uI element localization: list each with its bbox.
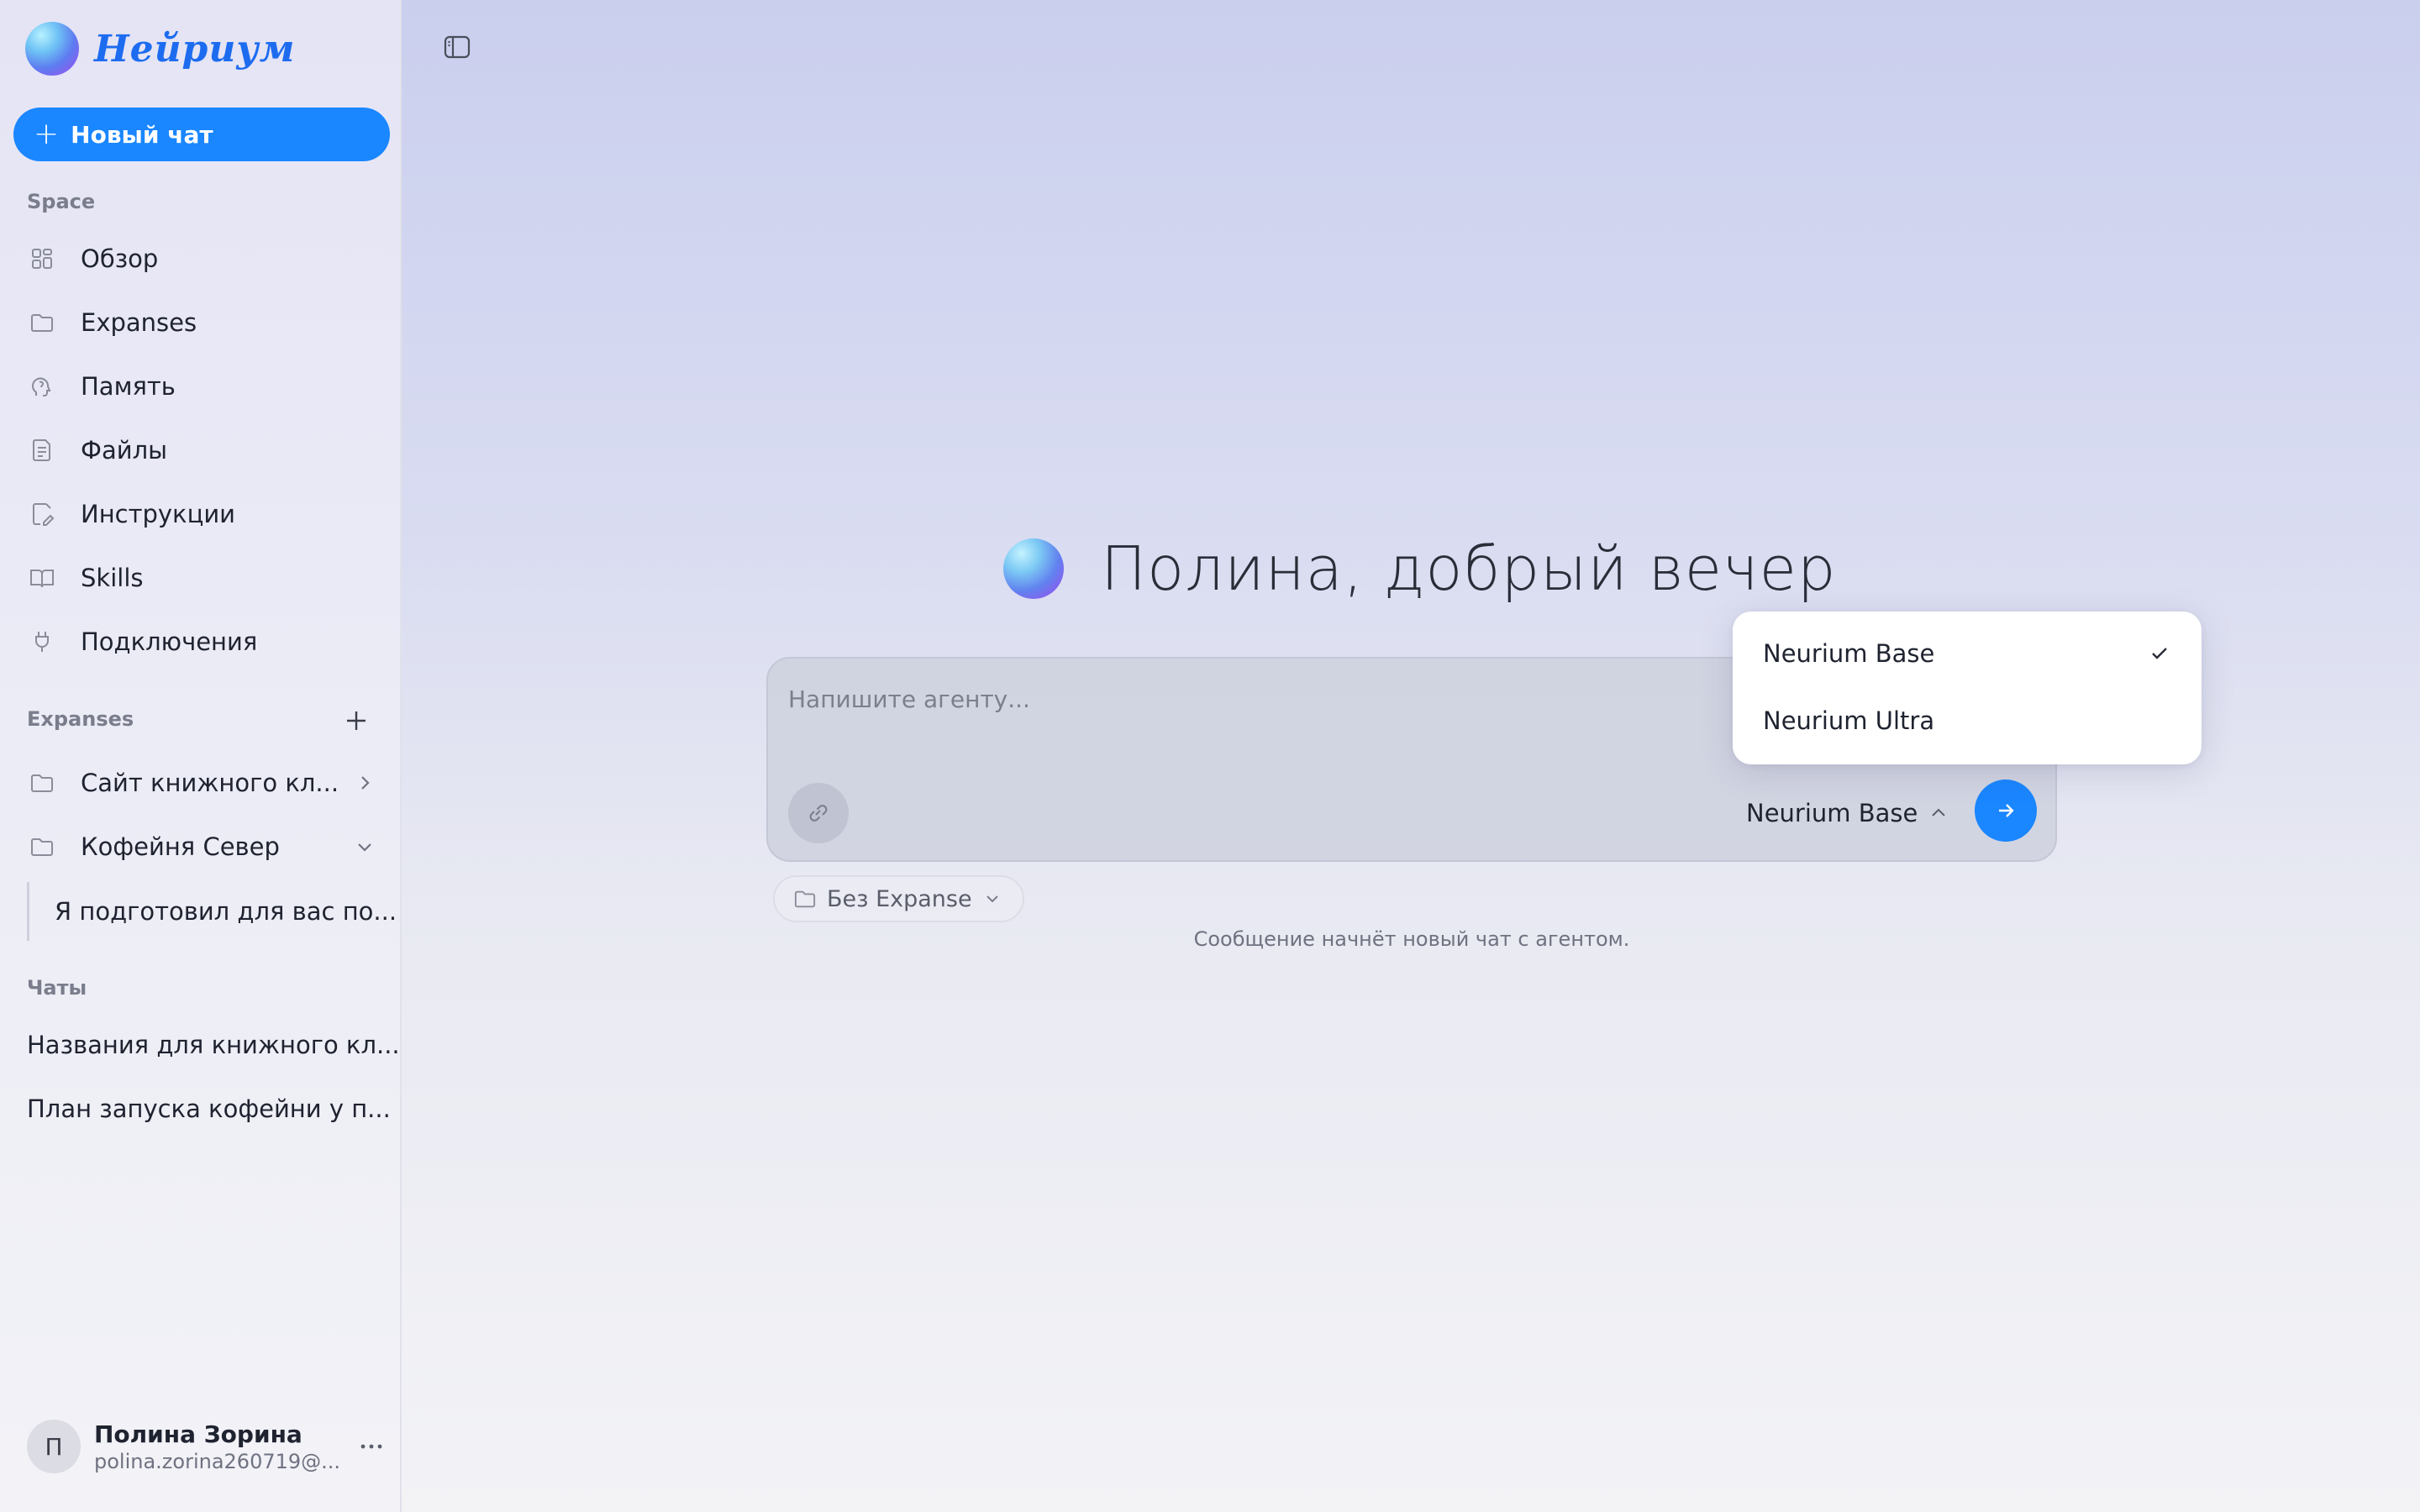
sidebar-item-instructions[interactable]: Инструкции — [27, 489, 380, 539]
user-email: polina.zorina260719@... — [94, 1449, 341, 1473]
sidebar-item-label: Инструкции — [81, 500, 236, 528]
chevron-right-icon[interactable] — [350, 768, 380, 798]
sidebar-toggle-icon — [444, 35, 471, 59]
greeting-text: Полина, добрый вечер — [1101, 533, 1837, 604]
sidebar-expanse-item[interactable]: Сайт книжного кл... — [27, 758, 380, 808]
sidebar-item-label: Файлы — [81, 436, 168, 465]
message-input[interactable] — [788, 680, 1712, 717]
sidebar-item-label: Память — [81, 372, 176, 401]
plus-icon — [347, 711, 366, 730]
section-label-space: Space — [27, 190, 96, 213]
expanse-selector-label: Без Expanse — [827, 885, 972, 912]
edit-doc-icon — [27, 499, 57, 529]
add-expanse-button[interactable] — [339, 704, 373, 738]
composer-hint: Сообщение начнёт новый чат с агентом. — [1193, 927, 1630, 951]
folder-icon — [793, 888, 817, 910]
folder-icon — [27, 768, 57, 798]
sidebar-item-label: Skills — [81, 564, 144, 592]
chevron-up-icon — [1929, 806, 1948, 820]
model-option-ultra[interactable]: Neurium Ultra — [1733, 690, 2202, 751]
user-profile[interactable]: П Полина Зорина polina.zorina260719@... — [27, 1416, 388, 1477]
sidebar-item-label: Обзор — [81, 244, 159, 273]
model-selector[interactable]: Neurium Base — [1746, 791, 1948, 835]
agent-orb-icon — [1003, 538, 1064, 599]
arrow-right-icon — [1999, 804, 2014, 817]
chat-list-item[interactable]: Названия для книжного кл... — [27, 1020, 400, 1070]
sidebar-item-label: Подключения — [81, 627, 258, 656]
sidebar-item-skills[interactable]: Skills — [27, 553, 380, 603]
user-info: Полина Зорина polina.zorina260719@... — [94, 1420, 355, 1473]
sidebar-item-label: Expanses — [81, 308, 197, 337]
new-chat-button[interactable]: + Новый чат — [13, 108, 390, 161]
model-option-base[interactable]: Neurium Base — [1733, 623, 2202, 684]
model-option-label: Neurium Ultra — [1763, 706, 1935, 735]
ellipsis-icon — [360, 1444, 382, 1449]
expanse-label: Кофейня Север — [81, 832, 280, 861]
chat-list-item[interactable]: План запуска кофейни у п... — [27, 1084, 391, 1134]
plus-icon: + — [34, 117, 60, 151]
expanse-label: Сайт книжного кл... — [81, 769, 339, 797]
sidebar-item-connections[interactable]: Подключения — [27, 617, 380, 667]
sidebar-item-overview[interactable]: Обзор — [27, 234, 380, 284]
grid-icon — [27, 244, 57, 274]
brand-name: Нейриум — [94, 27, 296, 71]
sidebar: Нейриум + Новый чат Space Обзор Expanses… — [0, 0, 402, 1512]
expanse-selector[interactable]: Без Expanse — [773, 875, 1024, 922]
plug-icon — [27, 627, 57, 657]
sidebar-item-memory[interactable]: Память — [27, 361, 380, 412]
folder-icon — [27, 832, 57, 862]
book-icon — [27, 563, 57, 593]
chevron-down-icon — [984, 892, 1001, 906]
model-dropdown-menu: Neurium Base Neurium Ultra — [1733, 612, 2202, 764]
brain-icon — [27, 371, 57, 402]
more-options-button[interactable] — [355, 1430, 388, 1463]
section-label-chats: Чаты — [27, 976, 87, 1000]
sidebar-item-expanses[interactable]: Expanses — [27, 297, 380, 348]
new-chat-label: Новый чат — [71, 120, 213, 149]
expanse-thread-item[interactable]: Я подготовил для вас по... — [27, 882, 397, 941]
avatar: П — [27, 1420, 81, 1473]
file-icon — [27, 435, 57, 465]
model-option-label: Neurium Base — [1763, 639, 1935, 668]
chevron-down-icon[interactable] — [350, 832, 380, 862]
folder-icon — [27, 307, 57, 338]
chat-label: План запуска кофейни у п... — [27, 1095, 391, 1123]
sidebar-expanse-item[interactable]: Кофейня Север — [27, 822, 380, 872]
brand-orb-icon — [25, 22, 79, 76]
attach-button[interactable] — [788, 783, 849, 843]
brand-logo[interactable]: Нейриум — [25, 18, 295, 79]
section-label-expanses: Expanses — [27, 707, 134, 731]
thread-label: Я подготовил для вас по... — [55, 897, 397, 926]
model-selector-label: Neurium Base — [1746, 799, 1918, 827]
chat-label: Названия для книжного кл... — [27, 1031, 400, 1059]
sidebar-toggle-button[interactable] — [440, 30, 474, 64]
checkmark-icon — [2143, 645, 2176, 662]
send-button[interactable] — [1975, 780, 2037, 842]
paperclip-icon — [809, 805, 828, 822]
greeting: Полина, добрый вечер — [1003, 531, 1837, 606]
sidebar-item-files[interactable]: Файлы — [27, 425, 380, 475]
user-name: Полина Зорина — [94, 1420, 302, 1448]
